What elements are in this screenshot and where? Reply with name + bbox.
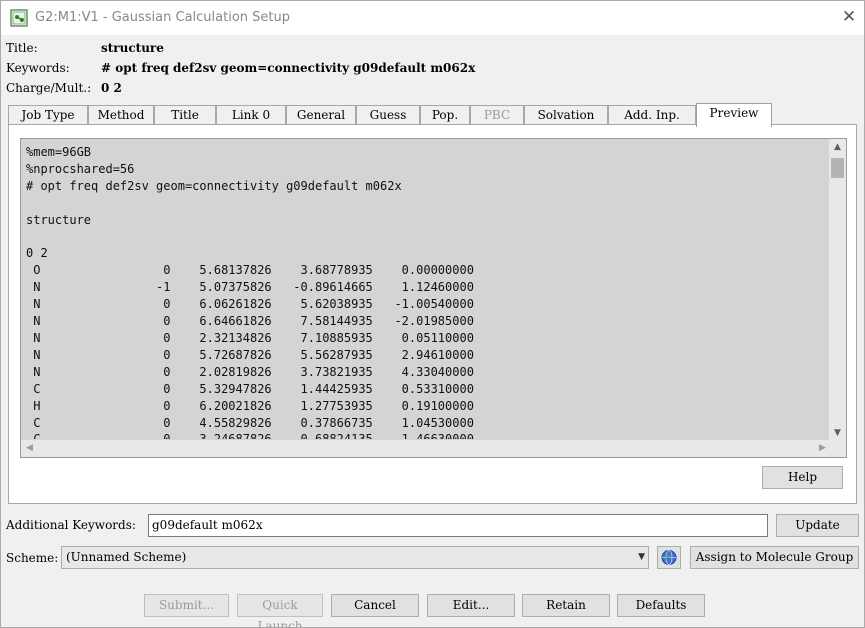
defaults-button[interactable]: Defaults bbox=[617, 594, 705, 617]
preview-line: # opt freq def2sv geom=connectivity g09d… bbox=[26, 178, 402, 193]
cancel-button[interactable]: Cancel bbox=[331, 594, 419, 617]
scroll-thumb[interactable] bbox=[831, 158, 844, 178]
scheme-manager-button[interactable] bbox=[657, 546, 681, 569]
tab-solvation[interactable]: Solvation bbox=[524, 105, 608, 126]
preview-line: N 0 2.02819826 3.73821935 4.33040000 bbox=[26, 364, 474, 379]
preview-line: %mem=96GB bbox=[26, 145, 92, 159]
tab-method[interactable]: Method bbox=[88, 105, 154, 126]
title-value: structure bbox=[101, 41, 164, 55]
chevron-down-icon[interactable]: ▼ bbox=[638, 547, 645, 568]
preview-line: N 0 6.06261826 5.62038935 -1.00540000 bbox=[26, 297, 474, 312]
additional-keywords-input[interactable]: g09default m062x bbox=[148, 514, 768, 537]
preview-text-area[interactable]: %mem=96GB %nprocshared=56 # opt freq def2s… bbox=[20, 138, 847, 458]
tab-link0[interactable]: Link 0 bbox=[216, 105, 286, 126]
keywords-label: Keywords: bbox=[6, 61, 70, 75]
scroll-left-icon[interactable]: ◀ bbox=[21, 440, 38, 457]
charge-mult-label: Charge/Mult.: bbox=[6, 81, 92, 95]
scheme-select[interactable]: (Unnamed Scheme) ▼ bbox=[61, 546, 649, 569]
tab-guess[interactable]: Guess bbox=[356, 105, 420, 126]
preview-line: %nprocshared=56 bbox=[26, 161, 135, 176]
preview-line: O 0 5.68137826 3.68778935 0.00000000 bbox=[26, 263, 474, 278]
preview-line: structure bbox=[26, 212, 92, 227]
preview-line: H 0 6.20021826 1.27753935 0.19100000 bbox=[26, 398, 474, 413]
update-button[interactable]: Update bbox=[776, 514, 859, 537]
preview-line: 0 2 bbox=[26, 246, 48, 261]
tab-pbc: PBC bbox=[470, 105, 524, 126]
gaussview-app-icon bbox=[10, 9, 28, 27]
charge-mult-value: 0 2 bbox=[101, 81, 122, 95]
globe-icon bbox=[661, 550, 677, 565]
tab-general[interactable]: General bbox=[286, 105, 356, 126]
horizontal-scrollbar[interactable]: ◀ ▶ bbox=[21, 440, 831, 457]
title-bar: G2:M1:V1 - Gaussian Calculation Setup ✕ bbox=[1, 1, 864, 35]
preview-line bbox=[26, 229, 826, 246]
gaussian-input-preview: %mem=96GB %nprocshared=56 # opt freq def2s… bbox=[26, 144, 826, 439]
scheme-label: Scheme: bbox=[6, 551, 59, 565]
quick-launch-button: Quick Launch bbox=[237, 594, 323, 628]
tab-job-type[interactable]: Job Type bbox=[8, 105, 88, 126]
window-title: G2:M1:V1 - Gaussian Calculation Setup bbox=[35, 10, 290, 25]
assign-molecule-group-button[interactable]: Assign to Molecule Group bbox=[690, 546, 859, 569]
help-button[interactable]: Help bbox=[762, 466, 843, 489]
keywords-value: # opt freq def2sv geom=connectivity g09d… bbox=[101, 61, 476, 75]
close-icon[interactable]: ✕ bbox=[839, 7, 859, 27]
vertical-scrollbar[interactable]: ▲ ▼ bbox=[829, 139, 846, 442]
tab-add-inp[interactable]: Add. Inp. bbox=[608, 105, 696, 126]
preview-line: N 0 5.72687826 5.56287935 2.94610000 bbox=[26, 347, 474, 362]
preview-line: N 0 6.64661826 7.58144935 -2.01985000 bbox=[26, 314, 474, 329]
scroll-corner bbox=[829, 440, 846, 457]
additional-keywords-label: Additional Keywords: bbox=[6, 518, 136, 532]
preview-line: C 0 5.32947826 1.44425935 0.53310000 bbox=[26, 381, 474, 396]
tab-title[interactable]: Title bbox=[154, 105, 216, 126]
preview-line: C 0 4.55829826 0.37866735 1.04530000 bbox=[26, 415, 474, 430]
retain-button[interactable]: Retain bbox=[522, 594, 610, 617]
tab-preview[interactable]: Preview bbox=[696, 103, 772, 127]
edit-button[interactable]: Edit... bbox=[427, 594, 515, 617]
submit-button: Submit... bbox=[144, 594, 229, 617]
preview-line bbox=[26, 195, 826, 212]
scroll-up-icon[interactable]: ▲ bbox=[829, 139, 846, 156]
gaussian-setup-window: G2:M1:V1 - Gaussian Calculation Setup ✕ … bbox=[0, 0, 865, 628]
preview-line: C 0 3.24687826 0.68824135 1.46630000 bbox=[26, 431, 826, 439]
preview-tab-panel: %mem=96GB %nprocshared=56 # opt freq def2s… bbox=[8, 124, 857, 504]
scheme-selected-value: (Unnamed Scheme) bbox=[66, 550, 187, 564]
preview-line: N -1 5.07375826 -0.89614665 1.12460000 bbox=[26, 280, 474, 295]
tab-pop[interactable]: Pop. bbox=[420, 105, 470, 126]
preview-line: N 0 2.32134826 7.10885935 0.05110000 bbox=[26, 330, 474, 345]
title-label: Title: bbox=[6, 41, 38, 55]
